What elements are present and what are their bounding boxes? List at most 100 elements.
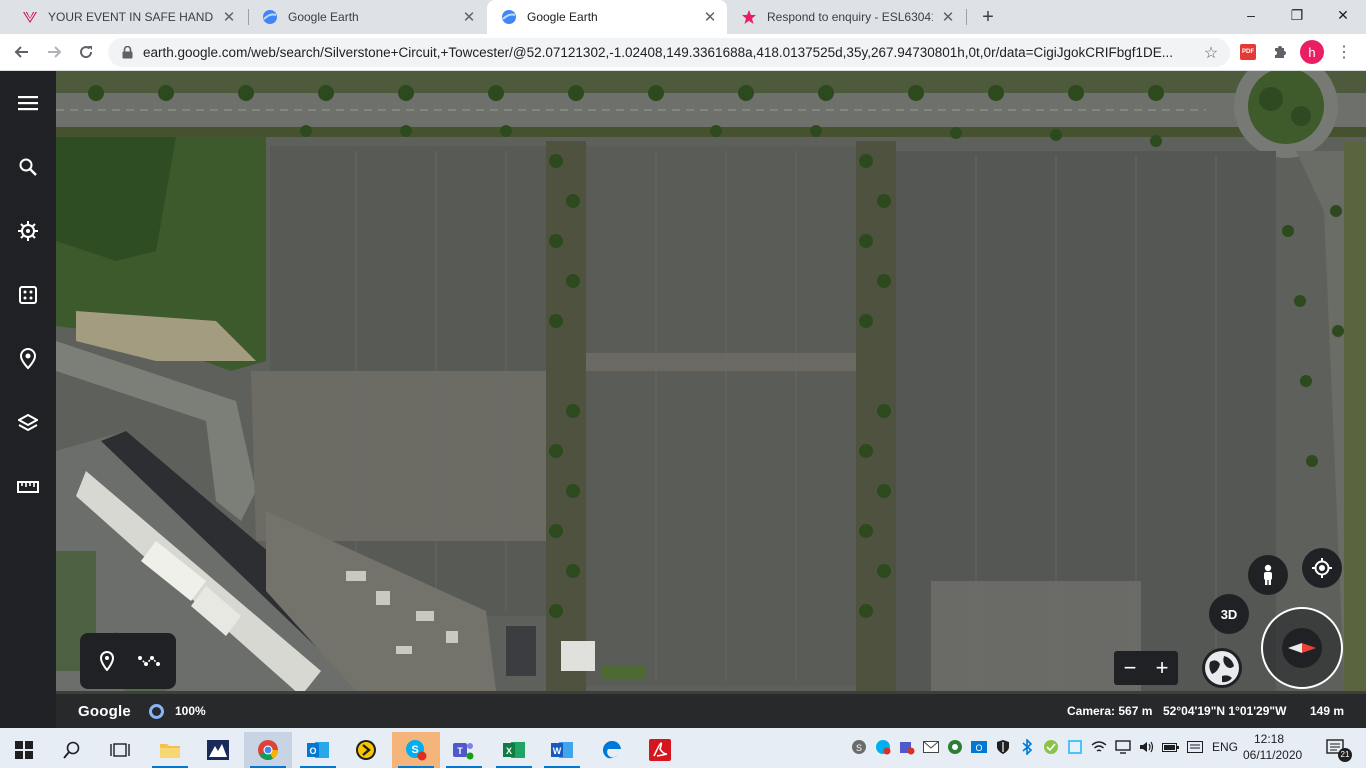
tray-network-monitor-icon[interactable] <box>1066 738 1084 756</box>
svg-text:T: T <box>457 746 463 756</box>
clock-time: 12:18 <box>1253 732 1285 746</box>
chrome-button[interactable] <box>244 732 292 768</box>
voyager-icon[interactable] <box>12 215 44 247</box>
menu-icon[interactable] <box>12 87 44 119</box>
acrobat-button[interactable] <box>636 732 684 768</box>
tray-display-icon[interactable] <box>1114 738 1132 756</box>
zoom-out-button[interactable]: − <box>1116 653 1144 683</box>
close-tab-icon[interactable]: ✕ <box>939 8 957 26</box>
teams-icon: T <box>453 743 474 760</box>
feeling-lucky-icon[interactable] <box>12 279 44 311</box>
tray-keyboard-icon[interactable] <box>1186 738 1204 756</box>
tray-vpn-icon[interactable] <box>1042 738 1060 756</box>
back-arrow-icon <box>14 46 28 58</box>
wifi-icon[interactable] <box>1090 738 1108 756</box>
tray-circle-app-icon[interactable] <box>946 738 964 756</box>
tray-outlook-icon[interactable]: O <box>970 738 988 756</box>
tab-your-event[interactable]: YOUR EVENT IN SAFE HANDS - S ✕ <box>8 0 246 34</box>
lock-icon[interactable] <box>120 46 134 60</box>
svg-text:X: X <box>506 746 512 756</box>
plex-button[interactable] <box>342 732 390 768</box>
word-icon: W <box>551 742 573 758</box>
toggle-3d-button[interactable]: 3D <box>1209 594 1249 634</box>
chrome-icon <box>258 740 279 761</box>
tab-separator <box>966 9 967 25</box>
svg-text:S: S <box>411 744 418 756</box>
pdf-extension-icon[interactable]: PDF <box>1238 42 1258 62</box>
system-clock[interactable]: 12:18 06/11/2020 <box>1243 731 1302 763</box>
bookmark-star-icon[interactable]: ☆ <box>1198 43 1224 63</box>
globe-view-button[interactable] <box>1202 648 1242 688</box>
earth-map-view[interactable]: 3D − + <box>56 71 1366 728</box>
close-tab-icon[interactable]: ✕ <box>220 8 238 26</box>
task-view-button[interactable] <box>96 732 144 768</box>
excel-icon: X <box>503 742 525 758</box>
earth-sidebar <box>0 71 56 728</box>
new-tab-button[interactable]: + <box>976 5 1000 29</box>
tray-security-shield-icon[interactable] <box>994 738 1012 756</box>
street-view-pegman-button[interactable] <box>1248 555 1288 595</box>
reload-button[interactable] <box>72 38 100 66</box>
restore-button[interactable]: ❐ <box>1274 0 1320 30</box>
placemark-icon[interactable] <box>91 645 123 677</box>
windows-logo-icon <box>15 741 33 759</box>
browser-tab-strip: YOUR EVENT IN SAFE HANDS - S ✕ Google Ea… <box>0 0 1366 34</box>
battery-charging-icon[interactable] <box>1162 738 1180 756</box>
map-style-icon[interactable] <box>12 407 44 439</box>
action-center-button[interactable]: 21 <box>1324 736 1352 762</box>
browser-toolbar: earth.google.com/web/search/Silverstone+… <box>0 34 1366 71</box>
search-icon[interactable] <box>12 151 44 183</box>
scale-readout[interactable]: 149 m <box>1310 704 1344 718</box>
chrome-menu-icon[interactable]: ⋮ <box>1334 42 1354 62</box>
tray-bluetooth-icon[interactable] <box>1018 738 1036 756</box>
projects-icon[interactable] <box>12 343 44 375</box>
search-icon <box>63 741 80 759</box>
forward-button[interactable] <box>40 38 68 66</box>
zoom-in-button[interactable]: + <box>1148 653 1176 683</box>
edge-button[interactable] <box>588 732 636 768</box>
measure-icon[interactable] <box>12 471 44 503</box>
path-icon[interactable] <box>133 645 165 677</box>
word-button[interactable]: W <box>538 732 586 768</box>
tab-google-earth[interactable]: Google Earth ✕ <box>248 0 486 34</box>
tray-skype-icon[interactable]: S <box>850 738 868 756</box>
my-location-button[interactable] <box>1302 548 1342 588</box>
extensions-puzzle-icon[interactable] <box>1270 42 1290 62</box>
teams-button[interactable]: T <box>440 732 488 768</box>
compass-needle-icon <box>1288 643 1316 653</box>
mountain-app-button[interactable] <box>194 732 242 768</box>
tab-respond-enquiry[interactable]: Respond to enquiry - ESL63041/ ✕ <box>727 0 965 34</box>
start-button[interactable] <box>0 732 48 768</box>
volume-icon[interactable] <box>1138 738 1156 756</box>
tab-title: YOUR EVENT IN SAFE HANDS - S <box>48 10 214 24</box>
address-bar[interactable]: earth.google.com/web/search/Silverstone+… <box>108 38 1230 67</box>
coordinates-readout[interactable]: 52°04'19"N 1°01'29"W <box>1163 704 1286 718</box>
skype-button[interactable]: S <box>392 732 440 768</box>
profile-avatar[interactable]: h <box>1300 40 1324 64</box>
close-window-button[interactable]: ✕ <box>1320 0 1366 30</box>
minimize-button[interactable]: – <box>1228 0 1274 30</box>
edge-icon <box>602 740 621 759</box>
tray-mail-icon[interactable] <box>922 738 940 756</box>
outlook-button[interactable]: O <box>294 732 342 768</box>
globe-icon <box>1205 651 1239 685</box>
taskbar-search-button[interactable] <box>48 732 96 768</box>
tray-skype-status-icon[interactable] <box>874 738 892 756</box>
back-button[interactable] <box>8 38 36 66</box>
notification-count-badge: 21 <box>1338 748 1352 762</box>
loading-indicator-icon <box>149 704 164 719</box>
excel-button[interactable]: X <box>490 732 538 768</box>
tab-google-earth-active[interactable]: Google Earth ✕ <box>487 0 727 34</box>
svg-text:S: S <box>856 743 862 753</box>
tray-teams-icon[interactable] <box>898 738 916 756</box>
forward-arrow-icon <box>48 46 62 58</box>
close-tab-icon[interactable]: ✕ <box>701 8 719 26</box>
crosshair-icon <box>1312 558 1332 578</box>
pegman-icon <box>1264 564 1272 585</box>
input-language[interactable]: ENG <box>1212 740 1238 754</box>
close-tab-icon[interactable]: ✕ <box>460 8 478 26</box>
compass-control[interactable] <box>1261 607 1343 689</box>
satellite-imagery[interactable] <box>56 71 1366 728</box>
file-explorer-button[interactable] <box>146 732 194 768</box>
zoom-controls: − + <box>1114 651 1178 685</box>
